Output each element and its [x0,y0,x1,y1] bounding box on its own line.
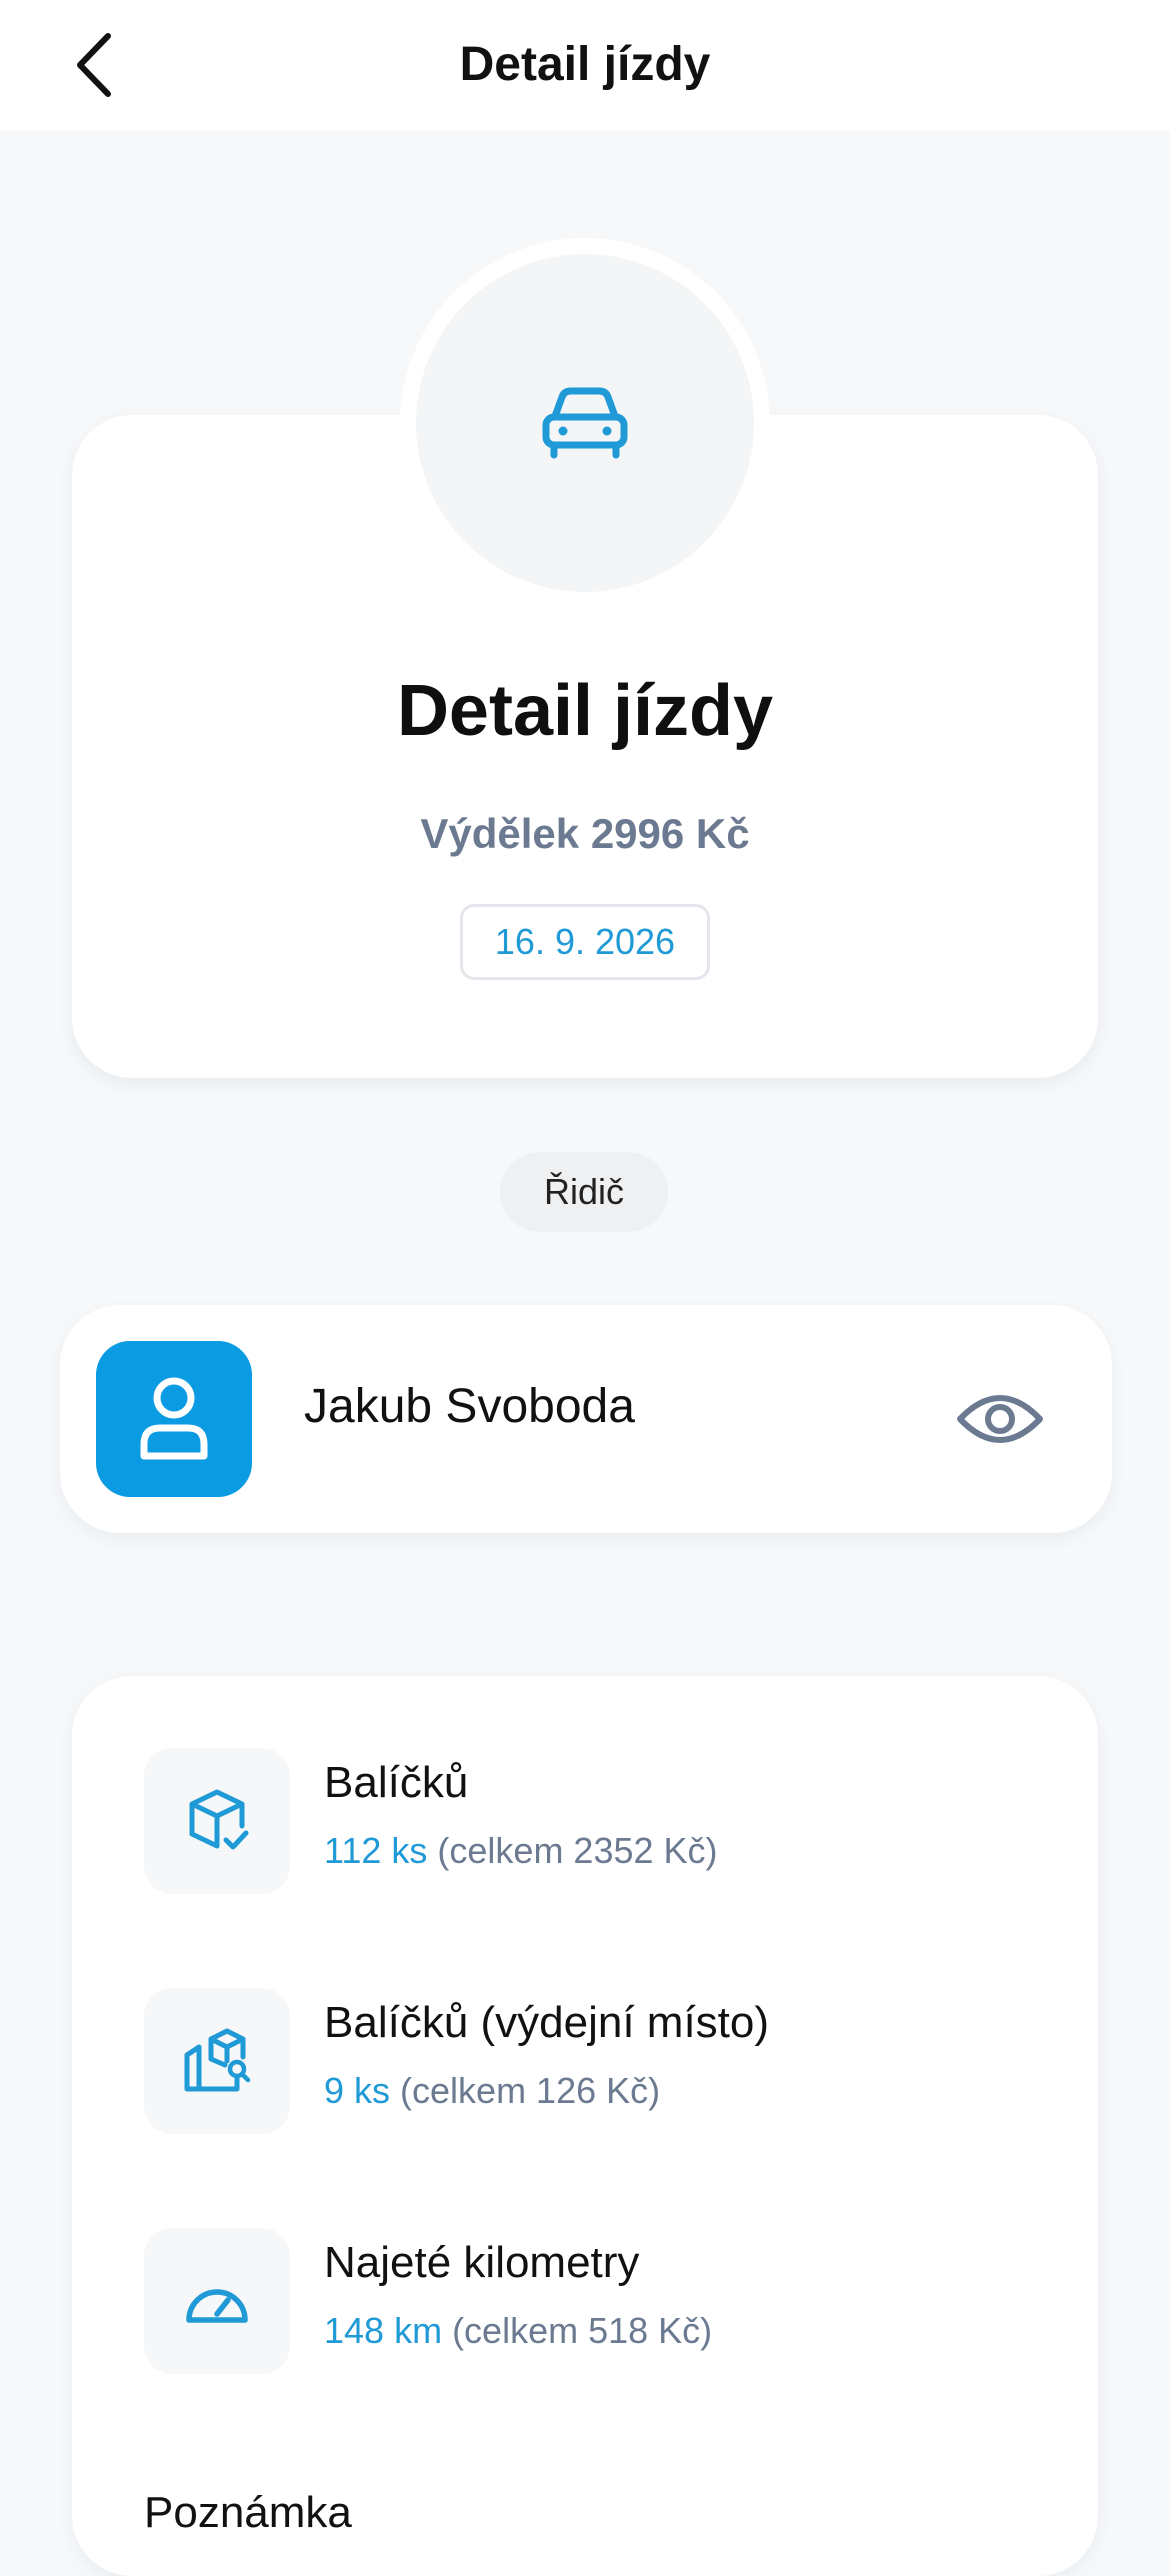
user-icon [140,1377,208,1460]
ride-title: Detail jízdy [396,671,774,751]
driver-card[interactable]: Jakub Svoboda [60,1305,1112,1533]
stat-title: Balíčků [324,1758,469,1807]
stat-value: 9 ks [324,2070,391,2111]
package-pickup-icon [184,2028,251,2092]
stat-icon-container [144,2228,290,2374]
ride-earning: Výdělek 2996 Kč [420,810,750,857]
stat-packages: Balíčků 112 ks (celkem 2352 Kč) [144,1748,1044,1898]
stat-total: (celkem 126 Kč) [390,2070,661,2111]
stat-icon-container [144,1988,290,2134]
header-title: Detail jízdy [459,38,711,91]
package-check-icon [189,1789,249,1850]
view-driver-button[interactable] [940,1359,1060,1479]
ride-date-badge: 16. 9. 2026 [460,904,710,980]
stat-title: Balíčků (výdejní místo) [324,1998,770,2047]
stat-detail: 148 km (celkem 518 Kč) [324,2310,712,2352]
stat-detail: 112 ks (celkem 2352 Kč) [324,1830,718,1872]
role-label: Řidič [500,1152,668,1232]
car-icon [542,387,628,459]
speedometer-icon [186,2289,248,2323]
stat-total: (celkem 518 Kč) [442,2310,713,2351]
stat-icon-container [144,1748,290,1894]
stat-detail: 9 ks (celkem 126 Kč) [324,2070,660,2112]
stat-pickup-packages: Balíčků (výdejní místo) 9 ks (celkem 126… [144,1988,1044,2138]
stat-kilometers: Najeté kilometry 148 km (celkem 518 Kč) [144,2228,1044,2378]
stat-title: Najeté kilometry [324,2238,640,2287]
stat-value: 112 ks [324,1830,428,1871]
hero-icon-container [416,254,754,592]
ride-stats-card: Balíčků 112 ks (celkem 2352 Kč) Balíčků … [72,1676,1098,2576]
driver-avatar [96,1341,252,1497]
note-heading: Poznámka [144,2488,352,2537]
stat-value: 148 km [324,2310,443,2351]
top-bar: Detail jízdy [0,0,1170,130]
eye-icon [957,1395,1043,1443]
driver-name: Jakub Svoboda [304,1380,635,1433]
stat-total: (celkem 2352 Kč) [427,1830,718,1871]
